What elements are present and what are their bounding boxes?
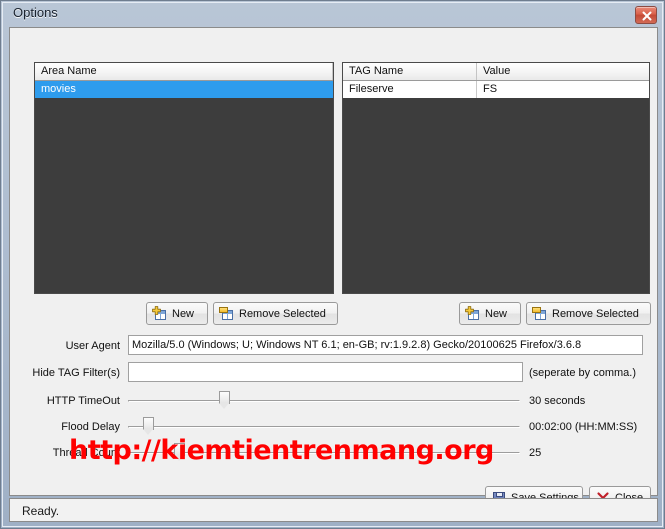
slider-thumb[interactable] [173, 443, 185, 462]
new-row-icon [465, 305, 481, 322]
remove-row-icon [219, 306, 235, 322]
client-area: Area Name movies TAG Name Value Fileserv… [9, 27, 658, 510]
http-timeout-slider[interactable] [128, 390, 520, 412]
status-bar: Ready. [9, 498, 658, 522]
slider-thumb[interactable] [218, 391, 230, 410]
tag-list-header: TAG Name Value [343, 63, 649, 81]
slider-track [128, 426, 520, 428]
title-bar: Options [3, 3, 662, 25]
tag-new-button-label: New [485, 307, 508, 320]
area-name-listview[interactable]: Area Name movies [34, 62, 334, 294]
http-timeout-value: 30 seconds [529, 395, 586, 407]
tag-remove-selected-button[interactable]: Remove Selected [526, 302, 651, 325]
thread-count-slider[interactable] [128, 442, 520, 464]
area-remove-selected-button-label: Remove Selected [239, 307, 326, 320]
tag-remove-selected-button-label: Remove Selected [552, 307, 639, 320]
column-header-area-name[interactable]: Area Name [35, 63, 333, 80]
window-close-button[interactable] [635, 6, 657, 24]
user-agent-input[interactable] [128, 335, 643, 355]
area-remove-selected-button[interactable]: Remove Selected [213, 302, 338, 325]
column-header-tag-name[interactable]: TAG Name [343, 63, 477, 80]
tag-listview[interactable]: TAG Name Value Fileserve FS [342, 62, 650, 294]
http-timeout-label: HTTP TimeOut [46, 395, 120, 407]
slider-track [128, 400, 520, 402]
thread-count-label: Thread Count [52, 447, 120, 459]
window-title: Options [13, 5, 58, 20]
thread-count-value: 25 [529, 447, 542, 459]
cell-tag-name: Fileserve [343, 81, 477, 98]
hide-tag-filters-input[interactable] [128, 362, 523, 382]
hide-tag-filters-hint: (seperate by comma.) [529, 367, 636, 379]
slider-track [128, 452, 520, 454]
table-row[interactable]: movies [35, 81, 333, 98]
area-new-button-label: New [172, 307, 195, 320]
cell-area-name: movies [41, 83, 76, 95]
close-icon [642, 11, 652, 21]
hide-tag-filters-label: Hide TAG Filter(s) [32, 367, 120, 379]
new-row-icon [152, 305, 168, 322]
tag-new-button[interactable]: New [459, 302, 521, 325]
column-header-value[interactable]: Value [477, 63, 649, 80]
status-text: Ready. [22, 504, 60, 518]
area-new-button[interactable]: New [146, 302, 208, 325]
flood-delay-value: 00:02:00 (HH:MM:SS) [529, 421, 638, 433]
area-list-header: Area Name [35, 63, 333, 81]
remove-row-icon [532, 306, 548, 322]
plus-badge-icon [465, 305, 474, 315]
slider-thumb[interactable] [142, 417, 154, 436]
flood-delay-label: Flood Delay [61, 421, 120, 433]
cell-tag-value: FS [483, 83, 498, 95]
options-window: Options Area Name movies TAG Name Value … [0, 0, 665, 529]
table-row[interactable]: Fileserve FS [343, 81, 649, 98]
user-agent-label: User Agent [65, 340, 120, 352]
flood-delay-slider[interactable] [128, 416, 520, 438]
plus-badge-icon [152, 305, 161, 315]
